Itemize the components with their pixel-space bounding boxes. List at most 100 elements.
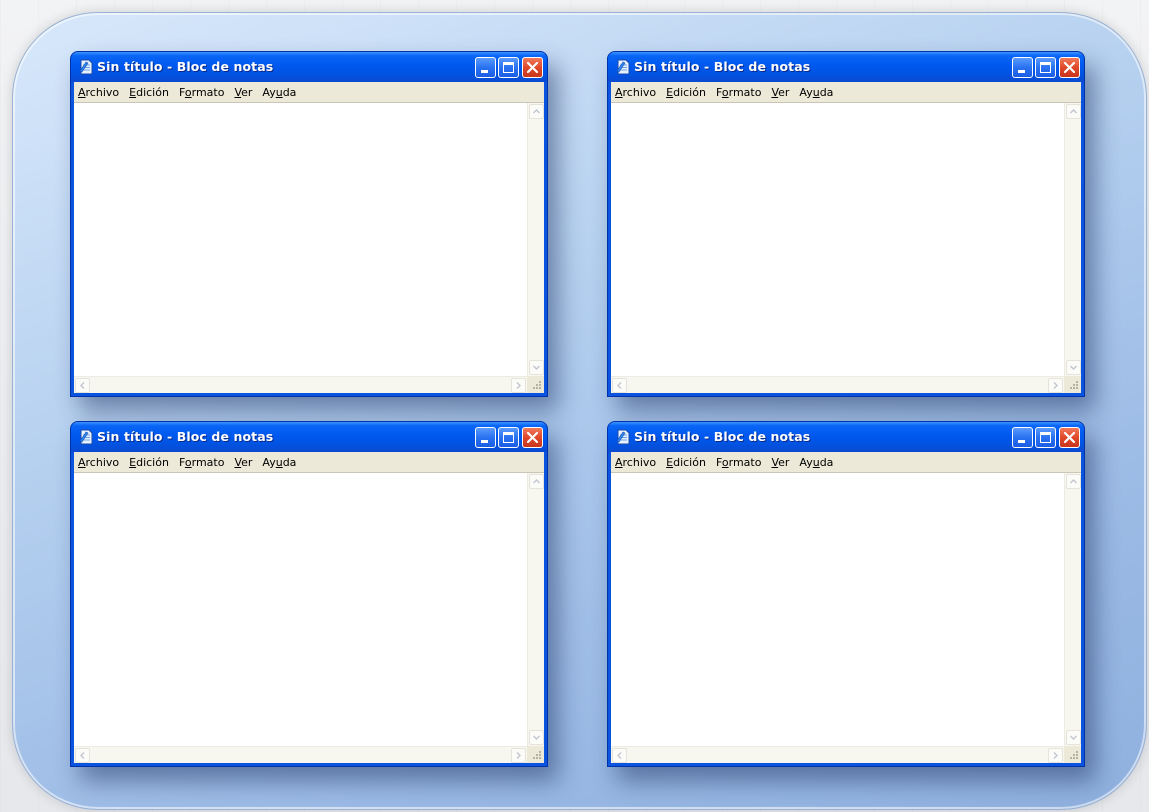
title-bar[interactable]: Sin título - Bloc de notas xyxy=(608,52,1084,82)
chevron-left-icon xyxy=(617,752,622,759)
menu-ver[interactable]: Ver xyxy=(230,86,258,99)
scroll-left-button[interactable] xyxy=(612,748,627,763)
menu-edicion[interactable]: Edición xyxy=(125,456,175,469)
chevron-up-icon xyxy=(1070,479,1077,484)
close-button[interactable] xyxy=(522,57,543,78)
scroll-up-button[interactable] xyxy=(529,104,544,119)
scroll-left-button[interactable] xyxy=(612,378,627,393)
scroll-down-button[interactable] xyxy=(529,730,544,745)
maximize-icon xyxy=(1040,432,1051,443)
close-icon xyxy=(526,431,539,444)
menu-ver[interactable]: Ver xyxy=(767,456,795,469)
minimize-button[interactable] xyxy=(1012,57,1033,78)
scroll-right-button[interactable] xyxy=(1048,378,1063,393)
menu-ver[interactable]: Ver xyxy=(767,86,795,99)
resize-grip[interactable] xyxy=(527,376,544,393)
menu-formato[interactable]: Formato xyxy=(712,86,768,99)
minimize-button[interactable] xyxy=(475,427,496,448)
menu-archivo[interactable]: Archivo xyxy=(611,86,662,99)
text-area[interactable] xyxy=(611,473,1081,763)
resize-grip-icon xyxy=(1070,381,1078,389)
title-bar[interactable]: Sin título - Bloc de notas xyxy=(71,52,547,82)
menu-ayuda[interactable]: Ayuda xyxy=(258,456,302,469)
window-title: Sin título - Bloc de notas xyxy=(97,429,274,444)
minimize-icon xyxy=(481,70,488,73)
vertical-scrollbar[interactable] xyxy=(527,473,544,746)
page: Sin título - Bloc de notas Archivo Edici… xyxy=(0,0,1149,812)
menu-bar: Archivo Edición Formato Ver Ayuda xyxy=(74,82,544,103)
menu-ayuda[interactable]: Ayuda xyxy=(795,456,839,469)
chevron-down-icon xyxy=(533,735,540,740)
maximize-button[interactable] xyxy=(498,427,519,448)
scroll-right-button[interactable] xyxy=(511,378,526,393)
notepad-window[interactable]: Sin título - Bloc de notas Archivo Edici… xyxy=(607,421,1085,767)
maximize-icon xyxy=(503,432,514,443)
text-area[interactable] xyxy=(611,103,1081,393)
menu-ver[interactable]: Ver xyxy=(230,456,258,469)
resize-grip[interactable] xyxy=(1064,746,1081,763)
notepad-window[interactable]: Sin título - Bloc de notas Archivo Edici… xyxy=(607,51,1085,397)
chevron-up-icon xyxy=(1070,109,1077,114)
menu-formato[interactable]: Formato xyxy=(175,456,231,469)
chevron-right-icon xyxy=(1053,382,1058,389)
minimize-button[interactable] xyxy=(475,57,496,78)
scroll-right-button[interactable] xyxy=(1048,748,1063,763)
menu-bar: Archivo Edición Formato Ver Ayuda xyxy=(611,82,1081,103)
menu-formato[interactable]: Formato xyxy=(175,86,231,99)
vertical-scrollbar[interactable] xyxy=(1064,473,1081,746)
menu-archivo[interactable]: Archivo xyxy=(611,456,662,469)
scroll-down-button[interactable] xyxy=(529,360,544,375)
menu-edicion[interactable]: Edición xyxy=(125,86,175,99)
resize-grip[interactable] xyxy=(527,746,544,763)
scroll-left-button[interactable] xyxy=(75,748,90,763)
title-bar[interactable]: Sin título - Bloc de notas xyxy=(71,422,547,452)
horizontal-scrollbar[interactable] xyxy=(611,746,1064,763)
resize-grip-icon xyxy=(533,751,541,759)
text-area[interactable] xyxy=(74,103,544,393)
resize-grip-icon xyxy=(1070,751,1078,759)
close-button[interactable] xyxy=(522,427,543,448)
horizontal-scrollbar[interactable] xyxy=(74,746,527,763)
window-title: Sin título - Bloc de notas xyxy=(634,429,811,444)
menu-ayuda[interactable]: Ayuda xyxy=(258,86,302,99)
notepad-icon xyxy=(79,59,93,75)
scroll-right-button[interactable] xyxy=(511,748,526,763)
title-bar[interactable]: Sin título - Bloc de notas xyxy=(608,422,1084,452)
chevron-right-icon xyxy=(1053,752,1058,759)
close-icon xyxy=(1063,431,1076,444)
menu-bar: Archivo Edición Formato Ver Ayuda xyxy=(611,452,1081,473)
scroll-up-button[interactable] xyxy=(529,474,544,489)
chevron-down-icon xyxy=(1070,365,1077,370)
menu-edicion[interactable]: Edición xyxy=(662,456,712,469)
chevron-right-icon xyxy=(516,382,521,389)
vertical-scrollbar[interactable] xyxy=(1064,103,1081,376)
menu-bar: Archivo Edición Formato Ver Ayuda xyxy=(74,452,544,473)
scroll-down-button[interactable] xyxy=(1066,730,1081,745)
close-button[interactable] xyxy=(1059,57,1080,78)
resize-grip[interactable] xyxy=(1064,376,1081,393)
window-title: Sin título - Bloc de notas xyxy=(97,59,274,74)
scroll-down-button[interactable] xyxy=(1066,360,1081,375)
menu-formato[interactable]: Formato xyxy=(712,456,768,469)
horizontal-scrollbar[interactable] xyxy=(611,376,1064,393)
scroll-left-button[interactable] xyxy=(75,378,90,393)
scroll-up-button[interactable] xyxy=(1066,104,1081,119)
minimize-button[interactable] xyxy=(1012,427,1033,448)
scroll-up-button[interactable] xyxy=(1066,474,1081,489)
maximize-button[interactable] xyxy=(1035,57,1056,78)
text-area[interactable] xyxy=(74,473,544,763)
chevron-down-icon xyxy=(1070,735,1077,740)
maximize-button[interactable] xyxy=(498,57,519,78)
vertical-scrollbar[interactable] xyxy=(527,103,544,376)
notepad-icon xyxy=(616,429,630,445)
close-icon xyxy=(526,61,539,74)
horizontal-scrollbar[interactable] xyxy=(74,376,527,393)
menu-archivo[interactable]: Archivo xyxy=(74,456,125,469)
menu-ayuda[interactable]: Ayuda xyxy=(795,86,839,99)
close-button[interactable] xyxy=(1059,427,1080,448)
notepad-window[interactable]: Sin título - Bloc de notas Archivo Edici… xyxy=(70,51,548,397)
menu-edicion[interactable]: Edición xyxy=(662,86,712,99)
maximize-button[interactable] xyxy=(1035,427,1056,448)
menu-archivo[interactable]: Archivo xyxy=(74,86,125,99)
notepad-window[interactable]: Sin título - Bloc de notas Archivo Edici… xyxy=(70,421,548,767)
